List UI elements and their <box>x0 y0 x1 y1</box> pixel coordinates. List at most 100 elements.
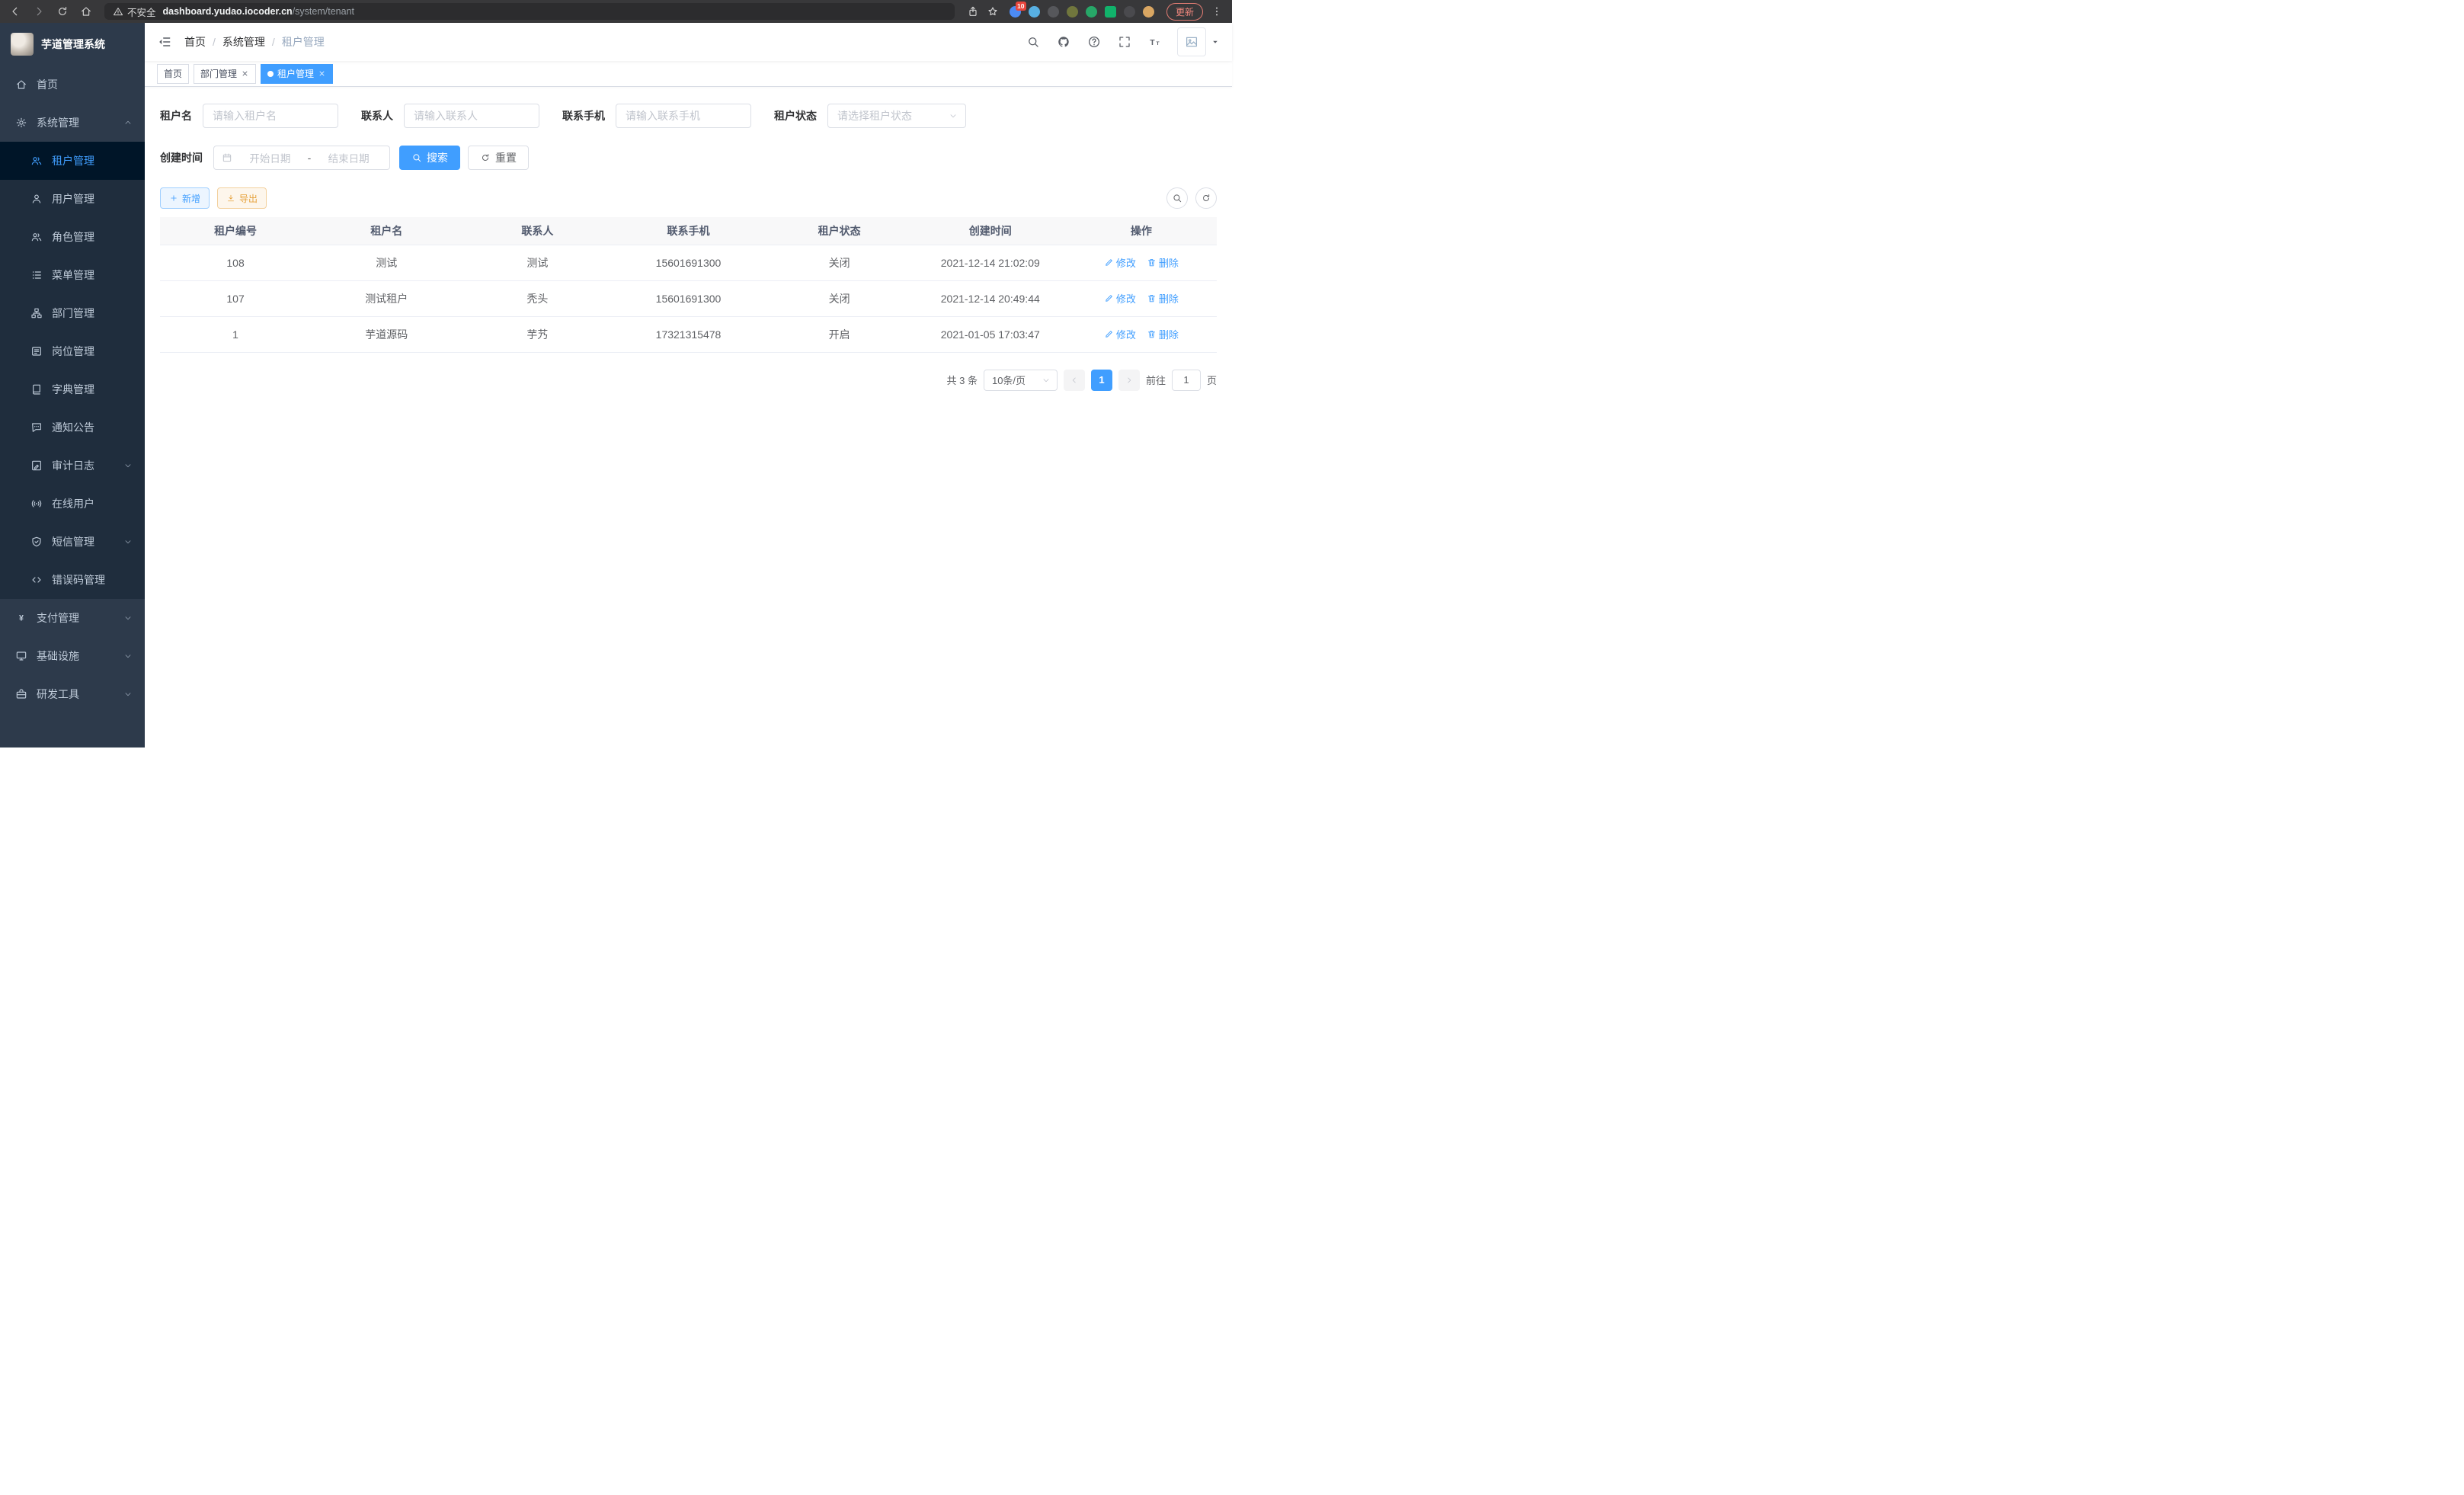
cell-created_at: 2021-12-14 21:02:09 <box>915 245 1066 280</box>
edit-button[interactable]: 修改 <box>1104 255 1136 270</box>
forward-icon[interactable] <box>33 5 45 18</box>
sidebar-item-role[interactable]: 角色管理 <box>0 218 145 256</box>
sidebar-item-menu[interactable]: 菜单管理 <box>0 256 145 294</box>
close-icon[interactable] <box>241 69 249 78</box>
sidebar-item-home[interactable]: 首页 <box>0 66 145 104</box>
delete-button[interactable]: 删除 <box>1147 291 1179 306</box>
toolbox-icon <box>15 688 27 700</box>
page-button[interactable]: 1 <box>1091 370 1112 391</box>
page-size-select[interactable]: 10条/页 <box>984 370 1058 391</box>
chevron-down-icon <box>949 111 958 120</box>
prev-page-button[interactable] <box>1064 370 1085 391</box>
mobile-label: 联系手机 <box>562 108 605 123</box>
kebab-menu-icon[interactable] <box>1211 5 1223 18</box>
extension-icon[interactable] <box>1143 6 1154 18</box>
table-toolbar: 新增 导出 <box>160 187 1217 209</box>
sidebar-item-system[interactable]: 系统管理 <box>0 104 145 142</box>
font-size-icon[interactable]: TT <box>1148 35 1162 49</box>
tag-view-2[interactable]: 租户管理 <box>261 64 333 84</box>
mobile-input[interactable] <box>616 104 751 128</box>
tenant-name-input[interactable] <box>203 104 338 128</box>
extension-icon[interactable] <box>1048 6 1059 18</box>
breadcrumb-item[interactable]: 系统管理 <box>222 34 265 50</box>
cell-name: 芋道源码 <box>311 316 462 352</box>
reload-icon[interactable] <box>56 5 69 18</box>
sidebar-item-user[interactable]: 用户管理 <box>0 180 145 218</box>
extension-icon[interactable] <box>1086 6 1097 18</box>
date-end-placeholder: 结束日期 <box>315 150 382 165</box>
address-bar[interactable]: 不安全 dashboard.yudao.iocoder.cn/system/te… <box>104 3 955 20</box>
home-icon[interactable] <box>80 5 92 18</box>
sidebar-item-dev-tool[interactable]: 研发工具 <box>0 675 145 713</box>
security-chip[interactable]: 不安全 <box>113 5 156 19</box>
delete-button[interactable]: 删除 <box>1147 327 1179 341</box>
sidebar-item-audit-log[interactable]: 审计日志 <box>0 447 145 485</box>
toggle-search-button[interactable] <box>1166 187 1188 209</box>
next-page-button[interactable] <box>1118 370 1140 391</box>
tag-view-0[interactable]: 首页 <box>157 64 189 84</box>
contact-input[interactable] <box>404 104 539 128</box>
edit-icon <box>1104 329 1114 339</box>
chevron-left-icon <box>1070 376 1079 385</box>
sidebar-item-post[interactable]: 岗位管理 <box>0 332 145 370</box>
table-row: 107测试租户秃头15601691300关闭2021-12-14 20:49:4… <box>160 280 1217 316</box>
sidebar-item-error-code[interactable]: 错误码管理 <box>0 561 145 599</box>
extension-icon[interactable] <box>1067 6 1078 18</box>
contact-label: 联系人 <box>361 108 393 123</box>
add-button[interactable]: 新增 <box>160 187 210 209</box>
chevron-right-icon <box>1125 376 1134 385</box>
chevron-down-icon <box>123 537 133 546</box>
goto-page-input[interactable] <box>1172 370 1201 391</box>
total-count: 共 3 条 <box>947 373 978 387</box>
sidebar-item-online-user[interactable]: 在线用户 <box>0 485 145 523</box>
search-button[interactable]: 搜索 <box>399 146 460 170</box>
delete-button[interactable]: 删除 <box>1147 255 1179 270</box>
cell-id: 108 <box>160 245 311 280</box>
sidebar-item-dict[interactable]: 字典管理 <box>0 370 145 408</box>
sidebar-item-label: 错误码管理 <box>52 572 105 587</box>
cell-status: 关闭 <box>764 245 915 280</box>
page-unit: 页 <box>1207 373 1217 387</box>
fullscreen-icon[interactable] <box>1118 35 1131 49</box>
reset-button[interactable]: 重置 <box>468 146 529 170</box>
column-header: 创建时间 <box>915 217 1066 245</box>
refresh-table-button[interactable] <box>1195 187 1217 209</box>
bookmark-star-icon[interactable] <box>987 5 999 18</box>
share-icon[interactable] <box>967 5 979 18</box>
tenant-status-select[interactable]: 请选择租户状态 <box>827 104 966 128</box>
close-icon[interactable] <box>318 69 326 78</box>
users-icon <box>30 231 43 243</box>
breadcrumb-item: 租户管理 <box>282 34 325 50</box>
sidebar-item-label: 角色管理 <box>52 229 94 245</box>
breadcrumb-item[interactable]: 首页 <box>184 34 206 50</box>
app-logo[interactable]: 芋道管理系统 <box>0 23 145 66</box>
github-icon[interactable] <box>1057 35 1070 49</box>
tenant-name-input-field[interactable] <box>203 104 338 127</box>
sidebar-item-label: 短信管理 <box>52 534 94 549</box>
contact-input-field[interactable] <box>405 104 539 127</box>
extension-icon[interactable] <box>1105 6 1116 18</box>
sidebar-item-dept[interactable]: 部门管理 <box>0 294 145 332</box>
edit-button[interactable]: 修改 <box>1104 291 1136 306</box>
user-avatar[interactable] <box>1177 27 1220 56</box>
sidebar-item-sms[interactable]: 短信管理 <box>0 523 145 561</box>
question-icon[interactable] <box>1087 35 1101 49</box>
export-button[interactable]: 导出 <box>217 187 267 209</box>
create-time-range-picker[interactable]: 开始日期 - 结束日期 <box>213 146 390 170</box>
mobile-input-field[interactable] <box>616 104 750 127</box>
user-icon <box>30 193 43 205</box>
back-icon[interactable] <box>9 5 21 18</box>
filter-tenant-name: 租户名 <box>160 104 338 128</box>
extension-icon[interactable]: 10 <box>1010 6 1021 18</box>
tag-view-1[interactable]: 部门管理 <box>194 64 256 84</box>
edit-button[interactable]: 修改 <box>1104 327 1136 341</box>
sidebar-item-pay[interactable]: ¥支付管理 <box>0 599 145 637</box>
search-icon[interactable] <box>1026 35 1040 49</box>
sidebar-item-infra[interactable]: 基础设施 <box>0 637 145 675</box>
sidebar-item-notice[interactable]: 通知公告 <box>0 408 145 447</box>
hamburger-icon[interactable] <box>157 34 172 50</box>
update-button[interactable]: 更新 <box>1166 3 1203 21</box>
extension-icon[interactable] <box>1029 6 1040 18</box>
extension-icon[interactable] <box>1124 6 1135 18</box>
sidebar-item-tenant[interactable]: 租户管理 <box>0 142 145 180</box>
